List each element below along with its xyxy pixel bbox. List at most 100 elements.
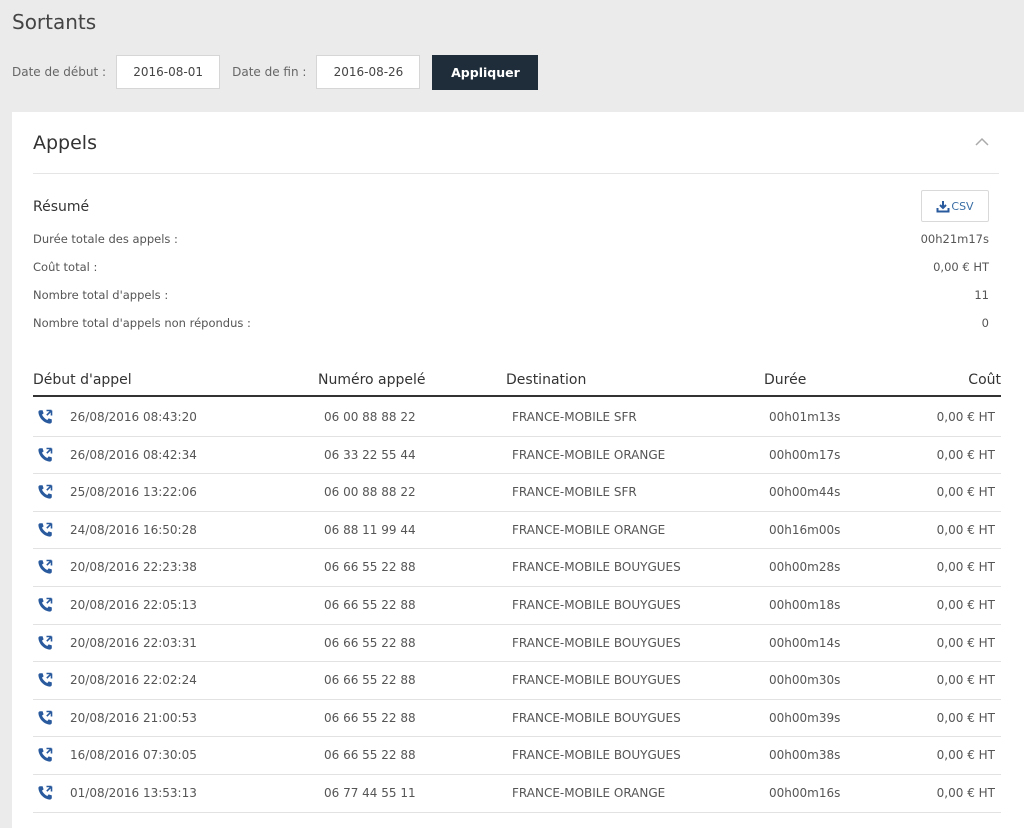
outgoing-call-icon [38, 484, 53, 499]
call-duration: 00h00m39s [769, 710, 841, 725]
call-cost: 0,00 € HT [936, 522, 995, 537]
summary-value: 0,00 € HT [933, 260, 989, 274]
table-row[interactable]: 25/08/2016 13:22:06 06 00 88 88 22 FRANCE-… [33, 474, 1001, 512]
table-row[interactable]: 20/08/2016 22:02:24 06 66 55 22 88 FRANCE-… [33, 662, 1001, 700]
summary-label: Nombre total d'appels : [33, 288, 169, 302]
call-cost: 0,00 € HT [936, 635, 995, 650]
call-start: 20/08/2016 22:02:24 [70, 673, 197, 688]
call-destination: FRANCE-MOBILE BOUYGUES [512, 597, 681, 612]
call-cost: 0,00 € HT [936, 597, 995, 612]
outgoing-call-icon [38, 522, 53, 537]
outgoing-call-icon [38, 635, 53, 650]
table-row[interactable]: 01/08/2016 13:53:13 06 77 44 55 11 FRANCE-… [33, 775, 1001, 813]
call-cost: 0,00 € HT [936, 410, 995, 424]
call-start: 20/08/2016 22:23:38 [70, 560, 197, 575]
call-start: 20/08/2016 21:00:53 [70, 710, 197, 725]
call-duration: 00h01m13s [769, 410, 841, 424]
summary-value: 0 [981, 316, 989, 330]
column-header-destination[interactable]: Destination [506, 372, 586, 388]
start-date-input[interactable]: 2016-08-01 [116, 55, 221, 89]
call-start: 20/08/2016 22:05:13 [70, 597, 197, 612]
call-destination: FRANCE-MOBILE BOUYGUES [512, 673, 681, 688]
called-number: 06 66 55 22 88 [324, 673, 416, 688]
apply-button[interactable]: Appliquer [432, 54, 539, 90]
outgoing-call-icon [38, 785, 53, 800]
called-number: 06 66 55 22 88 [324, 597, 416, 612]
call-cost: 0,00 € HT [936, 447, 995, 462]
outgoing-call-icon [38, 597, 53, 612]
called-number: 06 00 88 88 22 [324, 485, 416, 500]
called-number: 06 66 55 22 88 [324, 560, 416, 575]
download-icon [936, 200, 950, 212]
call-duration: 00h16m00s [769, 522, 841, 537]
call-start: 16/08/2016 07:30:05 [70, 748, 197, 763]
summary-title: Résumé [33, 199, 90, 215]
outgoing-call-icon [38, 710, 53, 725]
end-date-input[interactable]: 2016-08-26 [316, 55, 421, 89]
call-duration: 00h00m44s [769, 485, 841, 500]
call-duration: 00h00m38s [769, 748, 841, 763]
outgoing-call-icon [38, 409, 53, 424]
summary-row-total-calls: Nombre total d'appels : 11 [33, 285, 989, 305]
panel-title: Appels [33, 132, 97, 154]
column-header-number[interactable]: Numéro appelé [318, 372, 426, 388]
called-number: 06 66 55 22 88 [324, 635, 416, 650]
call-duration: 00h00m18s [769, 597, 841, 612]
outgoing-call-icon [38, 447, 53, 462]
outgoing-call-icon [38, 748, 53, 762]
call-duration: 00h00m14s [769, 635, 841, 650]
called-number: 06 33 22 55 44 [324, 447, 416, 462]
called-number: 06 00 88 88 22 [324, 410, 416, 424]
table-row[interactable]: 26/08/2016 08:42:34 06 33 22 55 44 FRANCE-… [33, 437, 1001, 475]
table-row[interactable]: 20/08/2016 22:23:38 06 66 55 22 88 FRANCE-… [33, 549, 1001, 587]
table-row[interactable]: 24/08/2016 16:50:28 06 88 11 99 44 FRANCE-… [33, 512, 1001, 550]
called-number: 06 66 55 22 88 [324, 710, 416, 725]
summary-row-total-duration: Durée totale des appels : 00h21m17s [33, 229, 989, 249]
call-cost: 0,00 € HT [936, 785, 995, 800]
table-row[interactable]: 20/08/2016 22:03:31 06 66 55 22 88 FRANCE-… [33, 625, 1001, 663]
call-cost: 0,00 € HT [936, 710, 995, 725]
column-header-cost[interactable]: Coût [968, 372, 1001, 388]
call-start: 01/08/2016 13:53:13 [70, 785, 197, 800]
end-date-label: Date de fin : [232, 65, 307, 79]
call-cost: 0,00 € HT [936, 485, 995, 500]
table-row[interactable]: 26/08/2016 08:43:20 06 00 88 88 22 FRANCE-… [33, 399, 1001, 437]
summary-label: Nombre total d'appels non répondus : [33, 316, 251, 330]
summary-label: Durée totale des appels : [33, 232, 178, 246]
call-duration: 00h00m16s [769, 785, 841, 800]
called-number: 06 77 44 55 11 [324, 785, 416, 800]
call-start: 26/08/2016 08:43:20 [70, 410, 197, 424]
call-destination: FRANCE-MOBILE BOUYGUES [512, 560, 681, 575]
call-destination: FRANCE-MOBILE BOUYGUES [512, 635, 681, 650]
call-duration: 00h00m30s [769, 673, 841, 688]
start-date-label: Date de début : [12, 65, 107, 79]
called-number: 06 88 11 99 44 [324, 522, 416, 537]
calls-panel: Appels Résumé CSV Durée totale des appel… [12, 112, 1024, 828]
panel-divider [33, 173, 999, 174]
call-destination: FRANCE-MOBILE ORANGE [512, 522, 666, 537]
csv-export-button[interactable]: CSV [921, 190, 989, 222]
table-row[interactable]: 16/08/2016 07:30:05 06 66 55 22 88 FRANCE-… [33, 737, 1001, 775]
summary-value: 00h21m17s [920, 232, 989, 246]
column-header-duration[interactable]: Durée [764, 372, 806, 388]
date-filter-bar: Date de début : 2016-08-01 Date de fin :… [12, 54, 539, 90]
call-start: 24/08/2016 16:50:28 [70, 522, 197, 537]
called-number: 06 66 55 22 88 [324, 748, 416, 763]
call-duration: 00h00m28s [769, 560, 841, 575]
table-header: Début d'appel Numéro appelé Destination … [33, 367, 1001, 397]
summary-label: Coût total : [33, 260, 98, 274]
table-row[interactable]: 20/08/2016 22:05:13 06 66 55 22 88 FRANCE-… [33, 587, 1001, 625]
call-destination: FRANCE-MOBILE ORANGE [512, 785, 666, 800]
summary-row-unanswered-calls: Nombre total d'appels non répondus : 0 [33, 313, 989, 333]
call-start: 26/08/2016 08:42:34 [70, 447, 197, 462]
column-header-start[interactable]: Début d'appel [33, 372, 132, 388]
chevron-up-icon[interactable] [972, 134, 992, 150]
call-start: 25/08/2016 13:22:06 [70, 485, 197, 500]
table-row[interactable]: 20/08/2016 21:00:53 06 66 55 22 88 FRANCE-… [33, 700, 1001, 738]
call-cost: 0,00 € HT [936, 748, 995, 763]
call-cost: 0,00 € HT [936, 560, 995, 575]
outgoing-call-icon [38, 560, 53, 574]
calls-table-body: 26/08/2016 08:43:20 06 00 88 88 22 FRANCE-… [33, 399, 1001, 813]
outgoing-call-icon [38, 672, 53, 687]
call-destination: FRANCE-MOBILE BOUYGUES [512, 710, 681, 725]
